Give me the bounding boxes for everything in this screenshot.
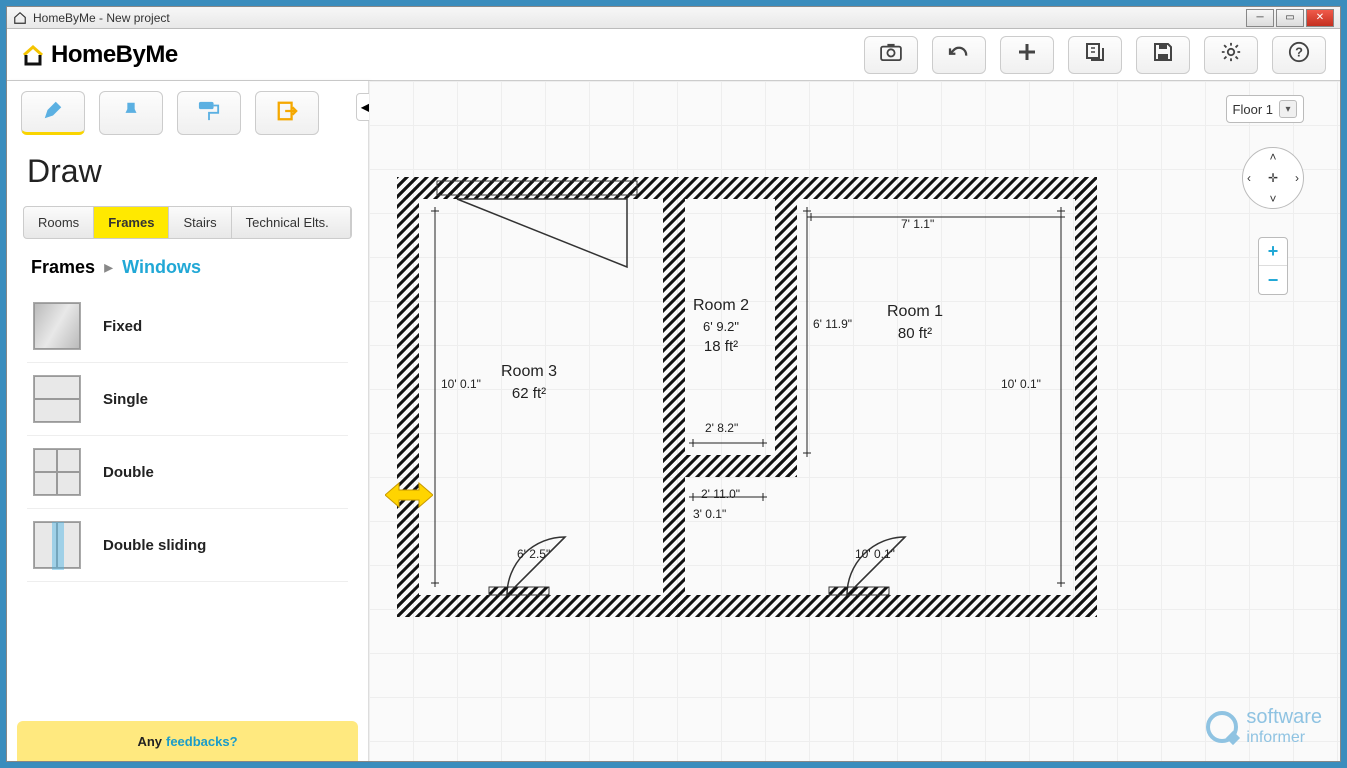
window-title: HomeByMe - New project bbox=[33, 11, 170, 25]
plus-icon bbox=[1017, 42, 1037, 67]
app-logo[interactable]: HomeByMe bbox=[21, 41, 178, 69]
breadcrumb: Frames ▸ Windows bbox=[7, 253, 368, 290]
dim-gap-w: 2' 11.0" bbox=[701, 487, 740, 501]
subtab-frames[interactable]: Frames bbox=[94, 207, 169, 238]
thumb-double-icon bbox=[33, 448, 81, 496]
pan-center-icon[interactable]: ✛ bbox=[1268, 171, 1278, 185]
floor-plan[interactable]: Room 3 62 ft² Room 2 6' 9.2" 18 ft² Room… bbox=[397, 177, 1097, 617]
add-button[interactable] bbox=[1000, 36, 1054, 74]
window-maximize-button[interactable]: ▭ bbox=[1276, 9, 1304, 27]
room2-label: Room 2 6' 9.2" 18 ft² bbox=[693, 297, 749, 355]
subtab-stairs[interactable]: Stairs bbox=[169, 207, 231, 238]
chevron-right-icon: ▸ bbox=[104, 257, 113, 277]
zoom-out-button[interactable]: − bbox=[1259, 266, 1287, 294]
dim-r2-bottom: 2' 8.2" bbox=[705, 421, 738, 435]
item-label: Fixed bbox=[103, 318, 142, 335]
window-close-button[interactable]: ✕ bbox=[1306, 9, 1334, 27]
export-icon bbox=[276, 100, 298, 127]
window-item-double[interactable]: Double bbox=[27, 436, 348, 509]
camera-icon bbox=[880, 43, 902, 66]
dim-gap-h: 3' 0.1" bbox=[693, 507, 726, 521]
undo-button[interactable] bbox=[932, 36, 986, 74]
pin-icon bbox=[120, 100, 142, 127]
photo-button[interactable] bbox=[864, 36, 918, 74]
subtab-rooms[interactable]: Rooms bbox=[24, 207, 94, 238]
pan-left-icon[interactable]: ‹ bbox=[1247, 171, 1251, 185]
dim-r1-width: 7' 1.1" bbox=[901, 217, 934, 231]
thumb-fixed-icon bbox=[33, 302, 81, 350]
dim-door-r: 10' 0.1" bbox=[855, 547, 895, 561]
save-icon bbox=[1153, 42, 1173, 67]
dim-r1-right-h: 10' 0.1" bbox=[1001, 377, 1041, 391]
canvas-area[interactable]: Floor 1 ▾ ˄ ˅ ‹ › ✛ + − bbox=[369, 81, 1340, 761]
help-icon: ? bbox=[1288, 41, 1310, 68]
window-item-double-sliding[interactable]: Double sliding bbox=[27, 509, 348, 582]
room3-label: Room 3 62 ft² bbox=[501, 363, 557, 402]
window-minimize-button[interactable]: ─ bbox=[1246, 9, 1274, 27]
item-label: Double bbox=[103, 464, 154, 481]
app-icon bbox=[13, 11, 27, 25]
software-informer-watermark: software informer bbox=[1206, 706, 1322, 747]
dim-door-l: 6' 2.5" bbox=[517, 547, 550, 561]
room1-label: Room 1 80 ft² bbox=[887, 303, 943, 342]
pan-control[interactable]: ˄ ˅ ‹ › ✛ bbox=[1242, 147, 1304, 209]
pan-up-icon[interactable]: ˄ bbox=[1269, 150, 1276, 164]
app-toolbar: HomeByMe ? bbox=[7, 29, 1340, 81]
item-list: Fixed Single Double Double sliding bbox=[7, 290, 368, 582]
breadcrumb-cat1[interactable]: Frames bbox=[31, 257, 95, 277]
mode-tab-export[interactable] bbox=[255, 91, 319, 135]
roller-icon bbox=[197, 100, 221, 127]
save-button[interactable] bbox=[1136, 36, 1190, 74]
subtab-technical[interactable]: Technical Elts. bbox=[232, 207, 351, 238]
undo-icon bbox=[948, 43, 970, 66]
item-label: Double sliding bbox=[103, 537, 206, 554]
sidebar: ◀◀ Draw Rooms Frames Stairs Technical El… bbox=[7, 81, 369, 761]
mode-tab-draw[interactable] bbox=[21, 91, 85, 135]
software-informer-icon bbox=[1206, 711, 1238, 743]
pan-down-icon[interactable]: ˅ bbox=[1269, 192, 1276, 206]
floor-selector[interactable]: Floor 1 ▾ bbox=[1226, 95, 1304, 123]
dim-r3-height: 10' 0.1" bbox=[441, 377, 481, 391]
pan-right-icon[interactable]: › bbox=[1295, 171, 1299, 185]
window-item-fixed[interactable]: Fixed bbox=[27, 290, 348, 363]
mode-tab-decorate[interactable] bbox=[177, 91, 241, 135]
zoom-in-button[interactable]: + bbox=[1259, 238, 1287, 266]
mode-tab-furnish[interactable] bbox=[99, 91, 163, 135]
chevron-down-icon: ▾ bbox=[1279, 100, 1297, 118]
gear-icon bbox=[1220, 41, 1242, 68]
house-icon bbox=[21, 43, 45, 67]
copy-button[interactable] bbox=[1068, 36, 1122, 74]
copy-icon bbox=[1085, 42, 1105, 67]
feedback-link: feedbacks? bbox=[166, 734, 238, 749]
pencil-icon bbox=[42, 99, 64, 126]
feedback-bar[interactable]: Any feedbacks? bbox=[17, 721, 358, 761]
thumb-single-icon bbox=[33, 375, 81, 423]
section-title: Draw bbox=[7, 135, 368, 198]
thumb-double-sliding-icon bbox=[33, 521, 81, 569]
breadcrumb-cat2[interactable]: Windows bbox=[122, 257, 201, 277]
feedback-prefix: Any bbox=[137, 734, 162, 749]
zoom-control: + − bbox=[1258, 237, 1288, 295]
dim-r1-left-h: 6' 11.9" bbox=[813, 317, 852, 331]
floor-label: Floor 1 bbox=[1233, 102, 1273, 117]
help-button[interactable]: ? bbox=[1272, 36, 1326, 74]
settings-button[interactable] bbox=[1204, 36, 1258, 74]
app-name: HomeByMe bbox=[51, 41, 178, 69]
item-label: Single bbox=[103, 391, 148, 408]
subtabs: Rooms Frames Stairs Technical Elts. bbox=[23, 206, 352, 239]
window-item-single[interactable]: Single bbox=[27, 363, 348, 436]
window-titlebar: HomeByMe - New project ─ ▭ ✕ bbox=[7, 7, 1340, 29]
svg-text:?: ? bbox=[1295, 45, 1303, 60]
